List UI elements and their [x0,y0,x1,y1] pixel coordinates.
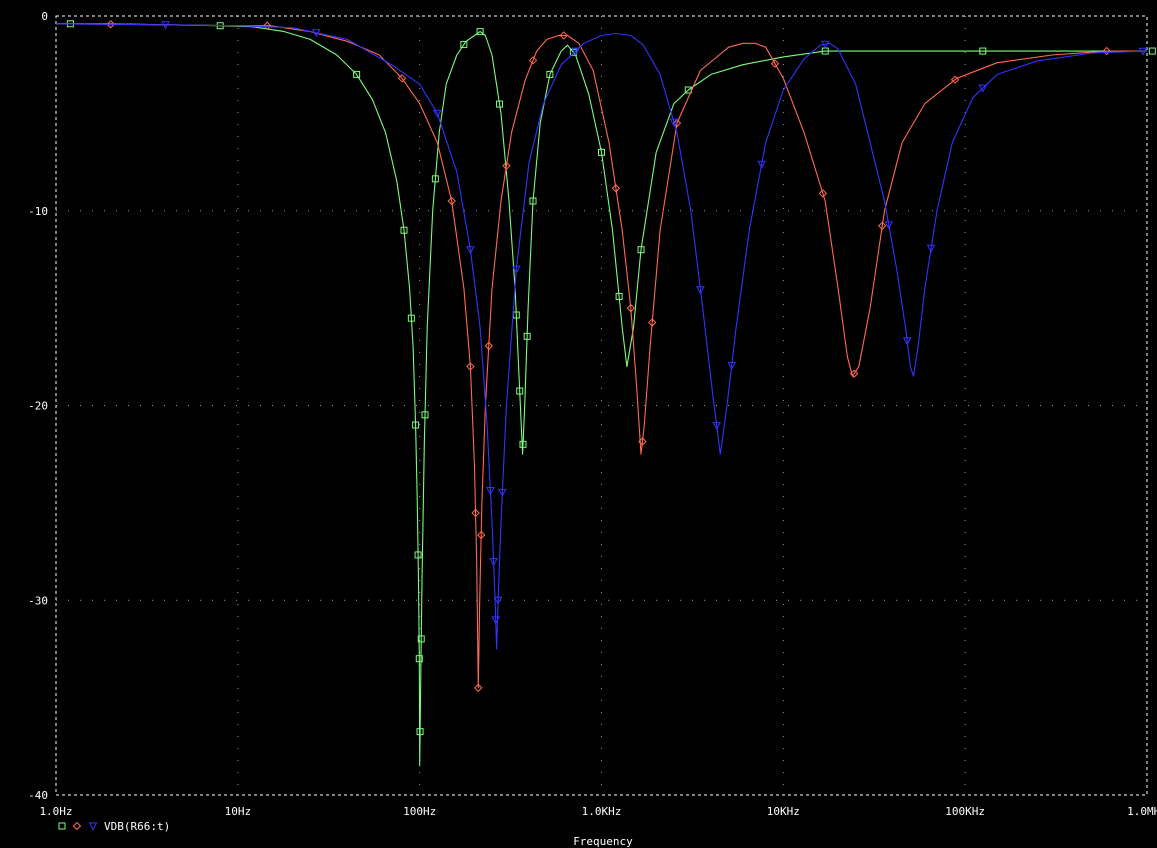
x-tick-label: 100Hz [403,805,436,818]
y-tick-label: -40 [28,789,48,802]
x-tick-label: 100KHz [945,805,985,818]
bode-plot: 1.0Hz 10Hz 100Hz 1.0KHz 10KHz 100KHz 1.0MHz 0 -… [0,0,1157,848]
x-tick-label: 1.0MHz [1127,805,1157,818]
y-tick-label: -20 [28,400,48,413]
y-tick-label: -30 [28,594,48,607]
x-axis-label: Frequency [573,835,633,848]
plot-background [0,0,1157,848]
y-tick-label: 0 [41,10,48,23]
x-tick-label: 1.0Hz [39,805,72,818]
x-tick-label: 10Hz [225,805,252,818]
x-tick-label: 10KHz [767,805,800,818]
x-tick-label: 1.0KHz [582,805,622,818]
legend-label: VDB(R66:t) [104,820,170,833]
y-tick-label: -10 [28,205,48,218]
